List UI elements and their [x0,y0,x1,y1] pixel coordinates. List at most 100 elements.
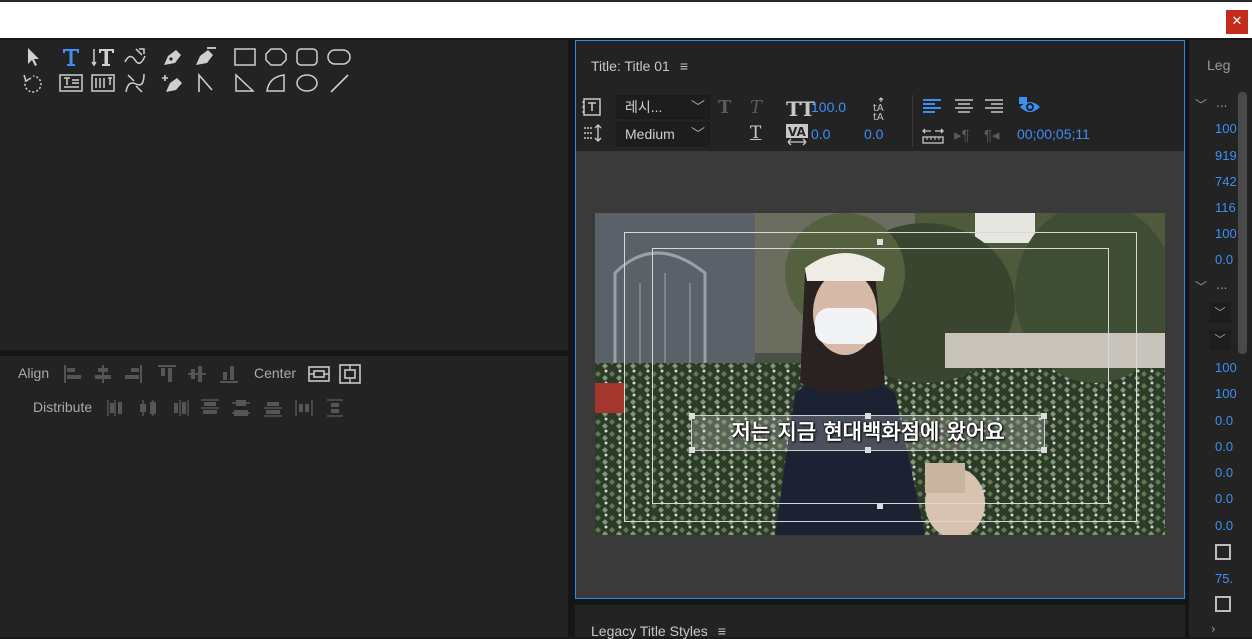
property-value[interactable]: 100 [1215,226,1237,241]
properties-scrollbar[interactable] [1238,92,1247,354]
distribute-left-icon[interactable] [106,397,128,419]
show-background-video-icon[interactable] [1018,96,1042,118]
center-horizontal-icon[interactable] [308,363,330,385]
property-dropdown[interactable]: ﹀ [1209,330,1231,350]
chevron-down-icon: ﹀ [691,99,705,115]
distribute-horizontal-even-icon[interactable] [293,397,315,419]
font-size-value[interactable]: 100.0 [811,99,846,115]
align-bottom-icon[interactable] [218,363,240,385]
center-label: Center [254,365,297,381]
align-left-text-icon[interactable] [922,98,942,116]
property-value[interactable]: 100 [1215,360,1237,375]
distribute-vertical-center-icon[interactable] [230,397,252,419]
add-anchor-tool-icon[interactable] [160,72,186,94]
property-value[interactable]: 0.0 [1215,491,1233,506]
chevron-down-icon[interactable]: ﹀ [1195,278,1207,295]
align-right-text-icon[interactable] [984,98,1004,116]
rectangle-tool-icon[interactable] [232,46,258,68]
word-wrap-icon[interactable] [922,125,944,145]
background-video-timecode[interactable]: 00;00;05;11 [1017,126,1090,142]
font-family-value: 레시... [625,99,663,115]
roll-crawl-options-icon[interactable] [582,97,602,117]
toolbar-divider [912,95,913,147]
align-top-icon[interactable] [156,363,178,385]
tab-left-icon[interactable]: ▸¶ [954,126,970,144]
tab-right-icon[interactable]: ¶◂ [984,126,1000,144]
vertical-area-type-tool-icon[interactable] [90,72,116,94]
property-value[interactable]: 0.0 [1215,465,1233,480]
center-vertical-icon[interactable] [339,363,361,385]
property-value[interactable]: 75. [1215,571,1233,586]
rounded-corner-rectangle-tool-icon[interactable] [326,46,352,68]
window-close-button[interactable]: ✕ [1226,10,1248,34]
ellipse-tool-icon[interactable] [294,72,320,94]
underline-icon[interactable]: T [750,123,761,143]
title-designer-panel: Title: Title 01 ≡ 레시... ﹀ Medium ﹀ T T T … [575,40,1185,599]
title-safe-margin [652,248,1109,504]
italic-icon[interactable]: T [750,97,762,118]
vertical-type-tool-icon[interactable] [90,46,116,68]
wedge-tool-icon[interactable] [232,72,258,94]
center-text-icon[interactable] [954,98,974,116]
title-panel-title: Title: Title 01 [591,58,670,74]
font-style-dropdown[interactable]: Medium ﹀ [616,122,710,146]
svg-text:VA: VA [788,125,806,139]
distribute-right-icon[interactable] [168,397,190,419]
font-style-value: Medium [625,126,675,142]
align-vertical-center-icon[interactable] [186,363,208,385]
more-icon: ... [1216,278,1228,292]
clipped-rectangle-tool-icon[interactable] [263,46,289,68]
selection-tool-icon[interactable] [20,46,46,68]
rotation-tool-icon[interactable] [20,72,46,94]
convert-anchor-tool-icon[interactable] [192,72,218,94]
property-value[interactable]: 0.0 [1215,518,1233,533]
pen-tool-icon[interactable] [160,46,186,68]
property-checkbox[interactable] [1215,596,1231,612]
distribute-bottom-icon[interactable] [262,397,284,419]
property-dropdown[interactable]: ﹀ [1209,303,1231,323]
line-tool-icon[interactable] [326,72,352,94]
distribute-horizontal-center-icon[interactable] [137,397,159,419]
more-icon: ... [1216,96,1228,110]
distribute-vertical-even-icon[interactable] [324,397,346,419]
font-family-dropdown[interactable]: 레시... ﹀ [616,95,710,119]
title-canvas-area: 저는 지금 현대백화점에 왔어요 [576,151,1184,598]
chevron-down-icon[interactable]: ﹀ [1195,96,1207,113]
subtitle-text[interactable]: 저는 지금 현대백화점에 왔어요 [691,414,1045,450]
type-tool-icon[interactable] [58,46,84,68]
title-properties-toolbar: 레시... ﹀ Medium ﹀ T T T TT 100.0 VA 0.0 t… [576,93,1184,151]
property-value[interactable]: 742 [1215,174,1237,189]
align-label: Align [18,365,50,381]
panel-menu-icon[interactable]: ≡ [680,58,688,74]
titlebar-top-strip [0,0,1252,2]
distribute-top-icon[interactable] [199,397,221,419]
align-left-icon[interactable] [62,363,84,385]
delete-anchor-tool-icon[interactable] [192,46,218,68]
property-checkbox[interactable] [1215,544,1231,560]
property-value[interactable]: 919 [1215,148,1237,163]
property-value[interactable]: 100 [1215,386,1237,401]
leading-value[interactable]: 0.0 [864,126,883,142]
properties-panel-title: Leg [1207,57,1231,73]
window-titlebar [0,0,1252,38]
property-value[interactable]: 100 [1215,121,1237,136]
canvas-handle[interactable] [877,503,883,509]
bold-icon[interactable]: T [718,97,731,118]
property-value[interactable]: 116 [1215,200,1236,215]
vertical-path-type-tool-icon[interactable] [122,72,148,94]
kerning-value[interactable]: 0.0 [811,126,830,142]
path-type-tool-icon[interactable] [122,46,148,68]
property-value[interactable]: 0.0 [1215,413,1233,428]
legacy-title-styles-panel: Legacy Title Styles ≡ [575,605,1185,639]
align-right-icon[interactable] [122,363,144,385]
tab-stops-icon[interactable] [582,123,604,143]
rounded-rectangle-tool-icon[interactable] [294,46,320,68]
arc-tool-icon[interactable] [263,72,289,94]
canvas-handle[interactable] [877,239,883,245]
property-value[interactable]: 0.0 [1215,252,1233,267]
property-value[interactable]: 0.0 [1215,439,1233,454]
area-type-tool-icon[interactable] [58,72,84,94]
chevron-right-icon[interactable]: › [1211,622,1216,636]
align-horizontal-center-icon[interactable] [92,363,114,385]
align-panel: Align Center Distribute [0,356,568,637]
